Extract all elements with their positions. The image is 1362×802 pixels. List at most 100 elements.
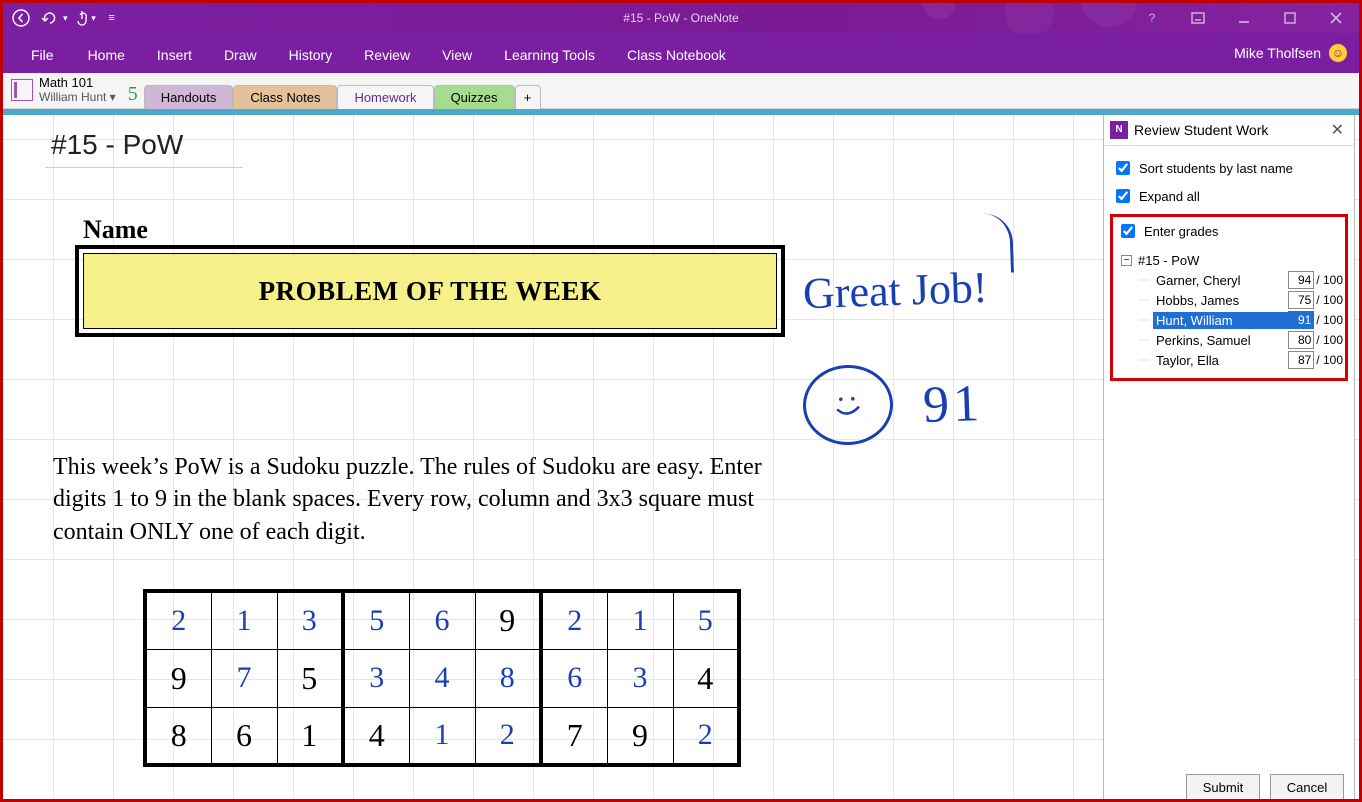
expand-checkbox-row[interactable]: Expand all: [1110, 182, 1348, 210]
ribbon-tab-view[interactable]: View: [426, 37, 488, 73]
grade-out-of: / 100: [1316, 353, 1343, 367]
panel-close-button[interactable]: ✕: [1327, 120, 1348, 140]
page-canvas[interactable]: #15 - PoW Name PROBLEM OF THE WEEK Great…: [3, 115, 1359, 799]
tree-leaf-icon: ⋯: [1139, 295, 1149, 306]
notebook-selector[interactable]: Math 101 William Hunt ▾: [11, 76, 116, 108]
notebook-icon: [11, 79, 33, 101]
student-name[interactable]: Hobbs, James: [1153, 292, 1288, 309]
ink-flourish: [982, 212, 1014, 273]
ink-comment: Great Job!: [802, 262, 988, 319]
sudoku-cell: 8: [145, 707, 211, 765]
sudoku-cell: 3: [343, 649, 409, 707]
assignment-tree-node[interactable]: − #15 - PoW: [1121, 251, 1343, 270]
grade-input[interactable]: [1288, 331, 1314, 349]
grade-input[interactable]: [1288, 271, 1314, 289]
student-row[interactable]: ⋯Hobbs, James / 100: [1121, 290, 1343, 310]
ribbon-tab-insert[interactable]: Insert: [141, 37, 208, 73]
name-label: Name: [83, 215, 148, 245]
sort-checkbox[interactable]: [1116, 161, 1130, 175]
tree-leaf-icon: ⋯: [1139, 315, 1149, 326]
close-button[interactable]: [1313, 3, 1359, 33]
grade-input[interactable]: [1288, 291, 1314, 309]
sort-label: Sort students by last name: [1139, 161, 1293, 176]
ribbon: File Home Insert Draw History Review Vie…: [3, 33, 1359, 73]
grade-input[interactable]: [1288, 311, 1314, 329]
section-tab-quizzes[interactable]: Quizzes: [434, 85, 515, 109]
submit-button[interactable]: Submit: [1186, 774, 1260, 799]
sudoku-cell: 9: [475, 591, 541, 649]
sudoku-cell: 2: [145, 591, 211, 649]
sudoku-grid: 213569215975348634861412792: [143, 589, 741, 767]
pow-heading: PROBLEM OF THE WEEK: [83, 253, 777, 329]
review-student-work-panel: N Review Student Work ✕ Sort students by…: [1103, 115, 1355, 799]
touch-mode-dropdown[interactable]: ▾: [72, 5, 100, 31]
notebook-student: William Hunt ▾: [39, 90, 116, 104]
add-section-button[interactable]: +: [515, 85, 541, 109]
back-button[interactable]: [7, 5, 35, 31]
tree-leaf-icon: ⋯: [1139, 335, 1149, 346]
sudoku-cell: 2: [541, 591, 607, 649]
grades-checkbox-row[interactable]: Enter grades: [1115, 221, 1343, 245]
sudoku-cell: 7: [211, 649, 277, 707]
student-row[interactable]: ⋯ Perkins, Samuel / 100: [1121, 330, 1343, 350]
student-row[interactable]: ⋯Garner, Cheryl / 100: [1121, 270, 1343, 290]
grade-out-of: / 100: [1316, 333, 1343, 347]
ribbon-tab-history[interactable]: History: [273, 37, 349, 73]
section-tab-class-notes[interactable]: Class Notes: [233, 85, 337, 109]
ribbon-tab-review[interactable]: Review: [348, 37, 426, 73]
customize-qat[interactable]: ≡: [104, 5, 120, 31]
sudoku-cell: 5: [343, 591, 409, 649]
sudoku-cell: 2: [475, 707, 541, 765]
sudoku-cell: 6: [211, 707, 277, 765]
decorative-swirls: [899, 3, 1159, 33]
help-icon[interactable]: ?: [1129, 3, 1175, 33]
sudoku-cell: 1: [607, 591, 673, 649]
onenote-icon: N: [1110, 121, 1128, 139]
undo-dropdown[interactable]: ▾: [39, 5, 68, 31]
cancel-button[interactable]: Cancel: [1270, 774, 1344, 799]
signed-in-user[interactable]: Mike Tholfsen ☺: [1234, 33, 1347, 73]
grade-input[interactable]: [1288, 351, 1314, 369]
sudoku-cell: 1: [277, 707, 343, 765]
page-title[interactable]: #15 - PoW: [45, 129, 243, 168]
student-row[interactable]: ⋯ Hunt, William / 100: [1121, 310, 1343, 330]
expand-checkbox[interactable]: [1116, 189, 1130, 203]
tree-leaf-icon: ⋯: [1139, 275, 1149, 286]
ribbon-tab-learning-tools[interactable]: Learning Tools: [488, 37, 611, 73]
ribbon-display-button[interactable]: [1175, 3, 1221, 33]
window-title: #15 - PoW - OneNote: [623, 11, 738, 25]
student-name[interactable]: Garner, Cheryl: [1153, 272, 1288, 289]
grades-label: Enter grades: [1144, 224, 1218, 239]
ribbon-tab-file[interactable]: File: [13, 37, 72, 73]
student-name[interactable]: Perkins, Samuel: [1153, 332, 1288, 349]
collapse-icon[interactable]: −: [1121, 255, 1132, 266]
assignment-name: #15 - PoW: [1138, 253, 1199, 268]
sudoku-cell: 4: [409, 649, 475, 707]
grades-checkbox[interactable]: [1121, 224, 1135, 238]
sync-badge: 5: [126, 83, 144, 108]
ribbon-tab-class-notebook[interactable]: Class Notebook: [611, 37, 742, 73]
ink-score: 91: [922, 374, 984, 435]
user-name: Mike Tholfsen: [1234, 45, 1321, 61]
sudoku-cell: 1: [409, 707, 475, 765]
student-name[interactable]: Taylor, Ella: [1153, 352, 1288, 369]
panel-title: Review Student Work: [1134, 122, 1268, 138]
student-name[interactable]: Hunt, William: [1153, 312, 1288, 329]
section-tab-handouts[interactable]: Handouts: [144, 85, 234, 109]
pow-box: PROBLEM OF THE WEEK: [75, 245, 785, 337]
section-tab-homework[interactable]: Homework: [337, 85, 433, 109]
ribbon-tab-home[interactable]: Home: [72, 37, 141, 73]
student-row[interactable]: ⋯Taylor, Ella / 100: [1121, 350, 1343, 370]
grade-out-of: / 100: [1316, 313, 1343, 327]
ribbon-tab-draw[interactable]: Draw: [208, 37, 273, 73]
expand-label: Expand all: [1139, 189, 1200, 204]
sudoku-cell: 9: [607, 707, 673, 765]
maximize-button[interactable]: [1267, 3, 1313, 33]
grades-highlight-box: Enter grades − #15 - PoW ⋯ Garner, Cheryl…: [1110, 214, 1348, 381]
sudoku-cell: 8: [475, 649, 541, 707]
sort-checkbox-row[interactable]: Sort students by last name: [1110, 154, 1348, 182]
minimize-button[interactable]: [1221, 3, 1267, 33]
section-tabs: Handouts Class Notes Homework Quizzes +: [144, 73, 541, 108]
title-bar: ▾ ▾ ≡ #15 - PoW - OneNote ?: [3, 3, 1359, 33]
sudoku-cell: 2: [673, 707, 739, 765]
